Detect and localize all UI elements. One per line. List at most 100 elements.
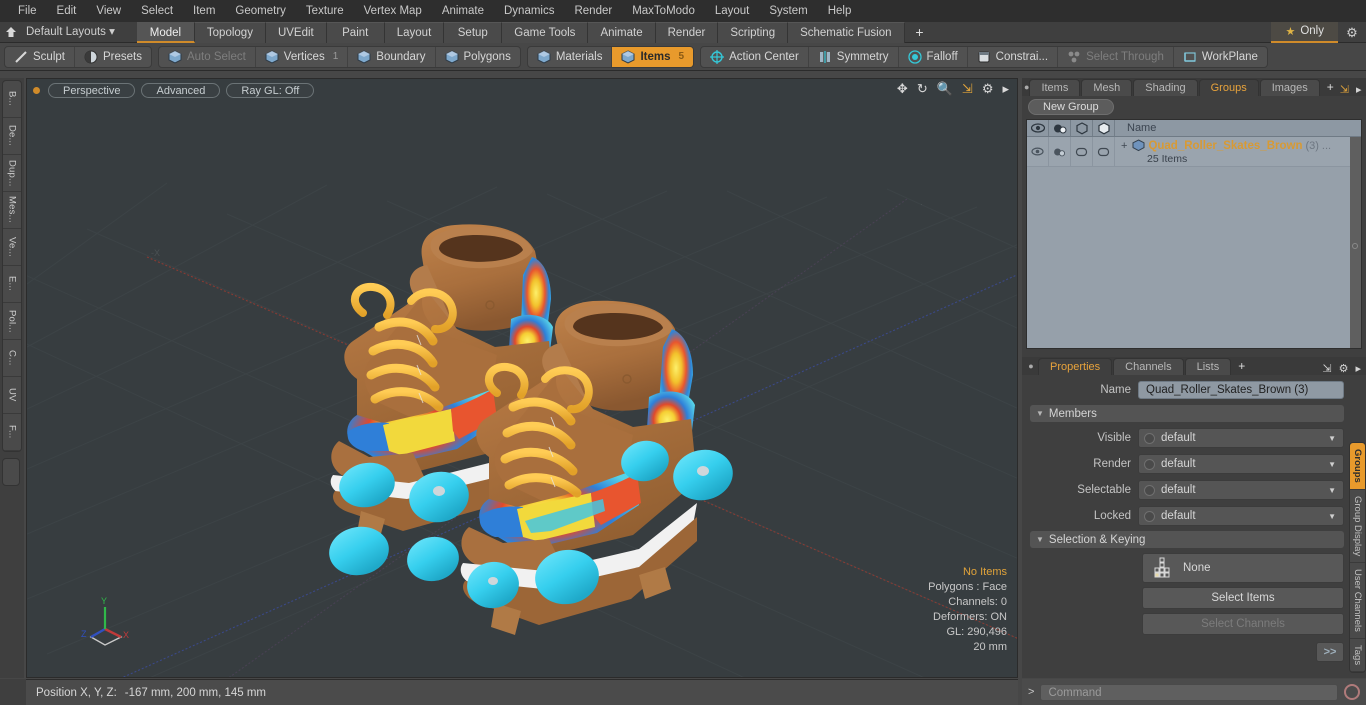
selection-keying-section-header[interactable]: ▼ Selection & Keying <box>1030 531 1344 548</box>
name-field[interactable]: Quad_Roller_Skates_Brown (3) <box>1138 381 1344 399</box>
rotate-icon[interactable]: ↻ <box>917 82 928 96</box>
new-group-button[interactable]: New Group <box>1028 99 1114 115</box>
layout-tab-setup[interactable]: Setup <box>444 21 503 43</box>
menu-item-file[interactable]: File <box>8 0 47 22</box>
menu-item-dynamics[interactable]: Dynamics <box>494 0 564 22</box>
add-properties-tab-button[interactable]: + <box>1232 358 1251 375</box>
panel-menu-dot-icon[interactable]: ● <box>1024 357 1038 375</box>
tool-button-presets[interactable]: Presets <box>75 47 151 67</box>
only-toggle[interactable]: ★ Only <box>1271 21 1338 43</box>
member-dropdown-render[interactable]: default ▼ <box>1138 454 1344 474</box>
members-section-header[interactable]: ▼ Members <box>1030 405 1344 422</box>
menu-item-texture[interactable]: Texture <box>296 0 354 22</box>
left-rail-tab-4[interactable]: Ve... <box>3 229 21 266</box>
menu-item-layout[interactable]: Layout <box>705 0 760 22</box>
chevron-right-icon[interactable]: ▸ <box>1002 82 1009 96</box>
add-layout-button[interactable]: + <box>905 22 935 43</box>
default-layouts-dropdown[interactable]: Default Layouts ▾ <box>22 22 123 43</box>
tool-button-workplane[interactable]: WorkPlane <box>1174 47 1267 67</box>
menu-item-geometry[interactable]: Geometry <box>225 0 296 22</box>
right-rail-tab-groups[interactable]: Groups <box>1350 443 1365 490</box>
row-select-toggle[interactable] <box>1071 137 1093 166</box>
select-items-button[interactable]: Select Items <box>1142 587 1344 609</box>
tool-button-select-through[interactable]: Select Through <box>1058 46 1174 67</box>
tool-button-polygons[interactable]: Polygons <box>436 47 520 67</box>
record-icon[interactable] <box>1344 684 1360 700</box>
gear-icon[interactable]: ⚙ <box>1338 22 1366 43</box>
tool-button-auto-select[interactable]: Auto Select <box>159 46 256 67</box>
menu-item-view[interactable]: View <box>86 0 131 22</box>
member-dropdown-visible[interactable]: default ▼ <box>1138 428 1344 448</box>
menu-item-edit[interactable]: Edit <box>47 0 87 22</box>
gear-icon[interactable]: ⚙ <box>982 82 994 96</box>
command-input[interactable]: Command <box>1040 683 1338 701</box>
tool-button-boundary[interactable]: Boundary <box>348 46 436 67</box>
left-rail-tab-0[interactable]: B... <box>3 81 21 118</box>
layout-tab-schematic-fusion[interactable]: Schematic Fusion <box>788 21 905 43</box>
tab-channels[interactable]: Channels <box>1113 358 1184 375</box>
right-rail-tab-tags[interactable]: Tags <box>1350 639 1365 672</box>
table-row[interactable]: + Quad_Roller_Skates_Brown (3) ... 25 It… <box>1027 137 1361 167</box>
left-rail-extra-panel[interactable] <box>2 458 20 486</box>
left-rail-tab-9[interactable]: F... <box>3 414 21 451</box>
add-groups-tab-button[interactable]: + <box>1321 79 1340 96</box>
left-rail-tab-5[interactable]: E... <box>3 266 21 303</box>
layout-tab-layout[interactable]: Layout <box>384 21 445 43</box>
expand-toggle-icon[interactable]: + <box>1121 140 1129 152</box>
right-rail-tab-user-channels[interactable]: User Channels <box>1350 563 1365 639</box>
tab-groups[interactable]: Groups <box>1198 79 1259 96</box>
member-state-knob[interactable] <box>1144 432 1155 444</box>
tool-button-action-center[interactable]: Action Center <box>701 46 809 67</box>
member-state-knob[interactable] <box>1144 484 1155 496</box>
menu-item-render[interactable]: Render <box>564 0 622 22</box>
viewport-shading-pill[interactable]: Advanced <box>141 82 221 98</box>
tab-properties[interactable]: Properties <box>1038 358 1113 375</box>
chevron-right-icon[interactable]: ▸ <box>1356 83 1362 96</box>
menu-item-animate[interactable]: Animate <box>432 0 494 22</box>
layout-tab-model[interactable]: Model <box>136 21 195 43</box>
eye-icon[interactable] <box>1027 120 1049 136</box>
groups-tree[interactable]: Name + Quad_Roller_Skates_Brown (3) ... … <box>1026 119 1362 349</box>
row-eye-toggle[interactable] <box>1027 137 1049 166</box>
zoom-icon[interactable]: 🔍 <box>937 82 953 96</box>
row-lock-toggle[interactable] <box>1093 137 1115 166</box>
expand-icon[interactable]: ⇲ <box>1322 362 1331 375</box>
tool-button-falloff[interactable]: Falloff <box>899 46 968 67</box>
menu-item-help[interactable]: Help <box>818 0 862 22</box>
forward-button[interactable]: >> <box>1316 642 1344 662</box>
right-rail-tab-group-display[interactable]: Group Display <box>1350 490 1365 563</box>
expand-icon[interactable]: ⇲ <box>1340 83 1349 96</box>
selection-set-picker[interactable]: None <box>1142 553 1344 583</box>
groups-tree-scrollbar[interactable] <box>1350 137 1361 348</box>
member-state-knob[interactable] <box>1144 458 1155 470</box>
menu-item-system[interactable]: System <box>759 0 817 22</box>
tool-button-items[interactable]: Items 5 <box>612 46 694 67</box>
left-rail-tab-1[interactable]: De... <box>3 118 21 155</box>
tool-button-vertices[interactable]: Vertices 1 <box>256 46 349 67</box>
render-icon[interactable] <box>1049 120 1071 136</box>
member-state-knob[interactable] <box>1144 510 1155 522</box>
tab-shading[interactable]: Shading <box>1133 79 1198 96</box>
tool-button-constrai[interactable]: Constrai... <box>968 46 1059 67</box>
tool-button-symmetry[interactable]: Symmetry <box>809 46 899 67</box>
row-render-toggle[interactable] <box>1049 137 1071 166</box>
viewport-camera-pill[interactable]: Perspective <box>48 82 136 98</box>
menu-item-item[interactable]: Item <box>183 0 225 22</box>
tab-images[interactable]: Images <box>1259 79 1320 96</box>
viewport-raygl-pill[interactable]: Ray GL: Off <box>226 82 315 98</box>
layout-tab-game-tools[interactable]: Game Tools <box>502 21 589 43</box>
tab-mesh[interactable]: Mesh ... <box>1081 79 1133 110</box>
layout-tab-animate[interactable]: Animate <box>588 21 656 43</box>
left-rail-tab-3[interactable]: Mes... <box>3 192 21 229</box>
3d-viewport[interactable]: -X · Perspective Advanced Ray GL: Off ✥ … <box>26 78 1018 678</box>
layout-tab-topology[interactable]: Topology <box>194 21 266 43</box>
select-icon[interactable] <box>1071 120 1093 136</box>
chevron-right-icon[interactable]: ▸ <box>1355 362 1361 375</box>
tool-button-materials[interactable]: Materials <box>528 46 613 67</box>
gear-icon[interactable]: ⚙ <box>1339 362 1349 375</box>
left-rail-tab-2[interactable]: Dup... <box>3 155 21 192</box>
layout-tab-uvedit[interactable]: UVEdit <box>265 21 327 43</box>
member-dropdown-locked[interactable]: default ▼ <box>1138 506 1344 526</box>
layout-tab-render[interactable]: Render <box>655 21 719 43</box>
menu-item-maxtomodo[interactable]: MaxToModo <box>622 0 705 22</box>
